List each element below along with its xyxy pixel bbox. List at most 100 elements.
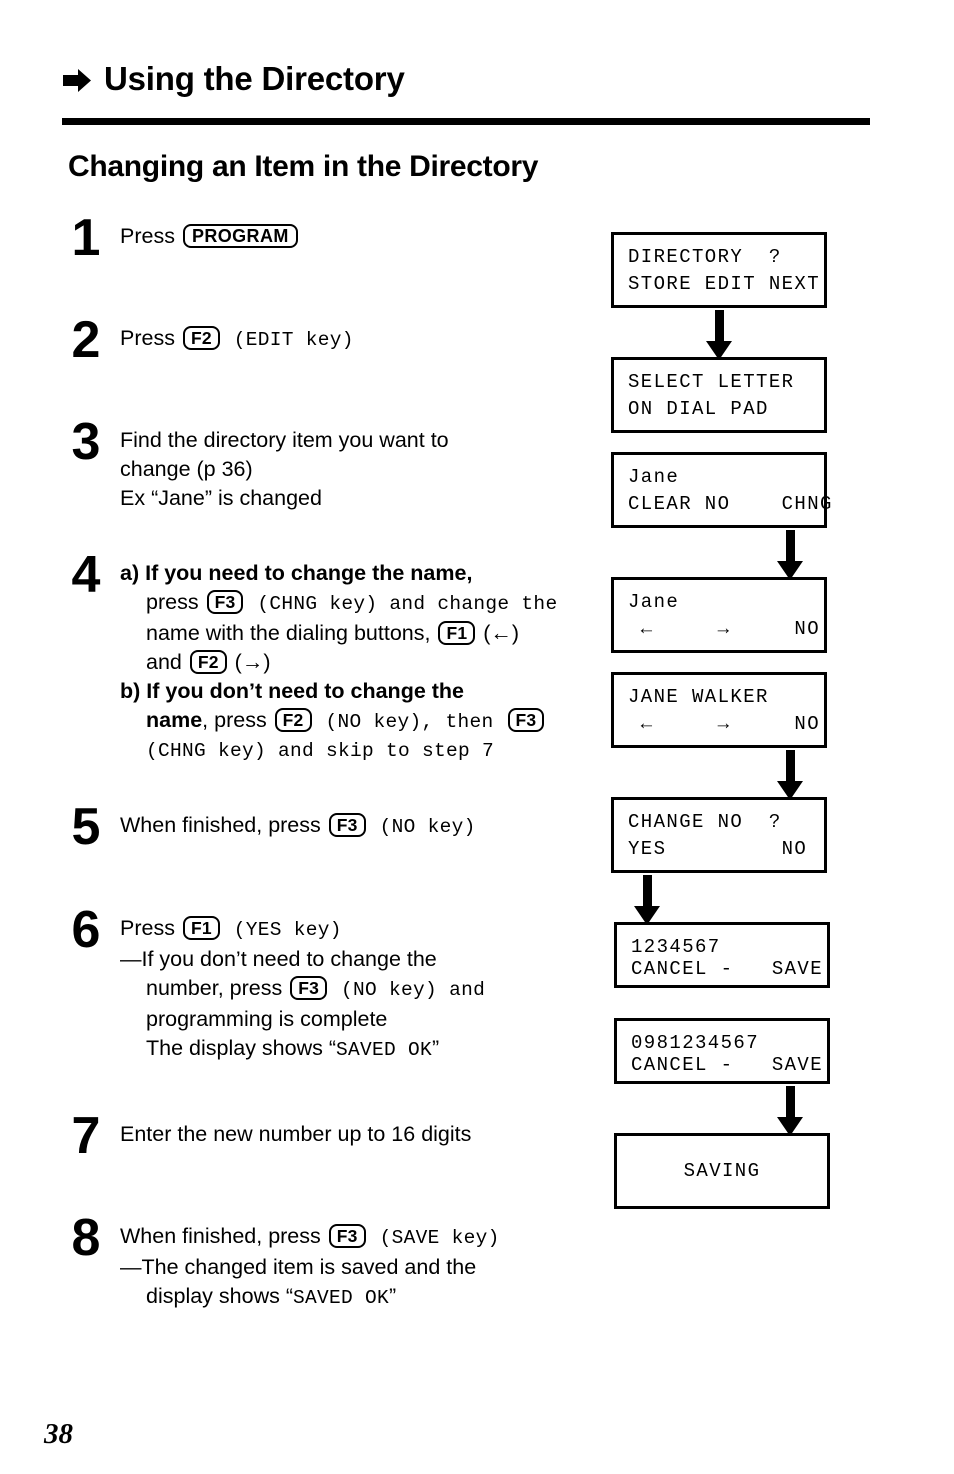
step-text-line: change (p 36) [120, 457, 253, 481]
display-directory-menu: DIRECTORY ? STORE EDIT NEXT [611, 232, 827, 308]
text-frag: (←) [477, 621, 520, 645]
lcd-line-1: 1234567 [631, 936, 721, 958]
flow-arrow-4 [634, 875, 660, 925]
step-number: 5 [71, 798, 101, 856]
step-3: 3 Find the directory item you want to ch… [62, 416, 582, 513]
step-text-lead: Press [120, 326, 181, 350]
step-8-note-line-1: —The changed item is saved and the [120, 1255, 477, 1279]
lcd-line-1: DIRECTORY ? [628, 246, 782, 268]
step-text: Press PROGRAM [120, 222, 582, 251]
text-frag: name with the dialing buttons, [146, 621, 437, 645]
text-frag: number, press [146, 976, 289, 1000]
text-frag: press [146, 590, 205, 614]
step-2: 2 Press F2 (EDIT key) [62, 314, 582, 366]
lcd-line-1: JANE WALKER [628, 686, 769, 708]
step-4-option-a: a) If you need to change the name, [120, 559, 582, 588]
display-number-old: 1234567 CANCEL - SAVE [614, 922, 830, 988]
step-text-lead: When finished, press [120, 1224, 327, 1248]
text-frag: and [146, 650, 188, 674]
step-6-note-line-1: —If you don’t need to change the [120, 947, 437, 971]
step-number: 6 [71, 901, 101, 959]
display-number-new: 0981234567 CANCEL - SAVE [614, 1018, 830, 1084]
option-a-line-3: and F2 (→) [120, 648, 582, 677]
lcd-line-2: CANCEL - SAVE [631, 1054, 824, 1076]
step-8: 8 When finished, press F3 (SAVE key) —Th… [62, 1212, 582, 1313]
option-b-line-3: (CHNG key) and skip to step 7 [146, 740, 495, 762]
lcd-line-2: ← → NO [628, 618, 821, 640]
step-number: 2 [71, 311, 101, 369]
key-f3[interactable]: F3 [206, 590, 244, 614]
lcd-line-1: 0981234567 [631, 1032, 760, 1054]
flow-arrow-2 [777, 530, 803, 580]
option-b-bold-1: If you don’t need to change the [146, 679, 465, 703]
manual-page: Using the Directory Changing an Item in … [0, 0, 954, 1474]
key-f3[interactable]: F3 [328, 813, 366, 837]
text-frag: (NO key) and [329, 979, 486, 1001]
page-number: 38 [44, 1418, 73, 1450]
key-program[interactable]: PROGRAM [182, 224, 298, 248]
step-text-line: Find the directory item you want to [120, 428, 449, 452]
right-arrow-bullet-icon [62, 68, 92, 94]
option-a-bold: If you need to change the name, [145, 561, 473, 585]
text-frag: ” [389, 1284, 397, 1308]
step-text: Enter the new number up to 16 digits [120, 1122, 472, 1146]
option-a-line-2: name with the dialing buttons, F1 (←) [120, 619, 582, 648]
lcd-line-2: ← → NO [628, 713, 821, 735]
lcd-line-2: ON DIAL PAD [628, 398, 769, 420]
step-number: 8 [71, 1209, 101, 1267]
display-quote: SAVED OK [336, 1039, 433, 1061]
option-b-label: b) [120, 679, 141, 703]
lcd-line-1: Jane [628, 591, 680, 613]
step-text-lead: Press [120, 224, 181, 248]
text-frag: ” [432, 1036, 440, 1060]
display-jane-edit: Jane ← → NO [611, 577, 827, 653]
step-4-option-b: b) If you don’t need to change the [120, 677, 582, 706]
step-number: 4 [71, 546, 101, 604]
key-f1[interactable]: F1 [182, 916, 220, 940]
section-subtitle: Changing an Item in the Directory [68, 150, 539, 183]
lcd-line-1: SAVING [683, 1160, 761, 1182]
key-f3[interactable]: F3 [507, 708, 545, 732]
display-jane-walker: JANE WALKER ← → NO [611, 672, 827, 748]
step-6-note-line-3: programming is complete [146, 1007, 388, 1031]
step-text-trail: (SAVE key) [367, 1227, 500, 1249]
lcd-line-2: YES NO [628, 838, 808, 860]
display-select-letter: SELECT LETTER ON DIAL PAD [611, 357, 827, 433]
step-number: 1 [71, 209, 101, 267]
key-f1[interactable]: F1 [438, 621, 476, 645]
step-1: 1 Press PROGRAM [62, 212, 582, 264]
key-f2[interactable]: F2 [189, 650, 227, 674]
flow-arrow-3 [777, 750, 803, 800]
display-quote: SAVED OK [292, 1287, 389, 1309]
text-frag: display shows “ [146, 1284, 293, 1308]
text-frag: (→) [228, 650, 271, 674]
step-6-note-line-4: The display shows “SAVED OK” [120, 1034, 582, 1065]
step-text: When finished, press F3 (NO key) [120, 811, 582, 842]
step-text: When finished, press F3 (SAVE key) [120, 1222, 582, 1253]
display-change-no: CHANGE NO ? YES NO [611, 797, 827, 873]
step-text-trail: (YES key) [221, 919, 342, 941]
page-title: Using the Directory [104, 60, 405, 97]
text-frag: (CHNG key) and change the [245, 593, 558, 615]
step-6: 6 Press F1 (YES key) —If you don’t need … [62, 904, 582, 1065]
lcd-line-2: STORE EDIT NEXT [628, 273, 821, 295]
lcd-line-1: Jane [628, 466, 680, 488]
text-frag: (NO key), then [313, 711, 506, 733]
step-4: 4 a) If you need to change the name, pre… [62, 549, 582, 766]
text-frag: , press [202, 708, 273, 732]
key-f2[interactable]: F2 [182, 326, 220, 350]
lcd-line-1: SELECT LETTER [628, 371, 795, 393]
lcd-line-1: CHANGE NO ? [628, 811, 782, 833]
option-a-line-1: press F3 (CHNG key) and change the [120, 588, 582, 619]
step-text-lead: When finished, press [120, 813, 327, 837]
lcd-flow-diagram: DIRECTORY ? STORE EDIT NEXT SELECT LETTE… [611, 0, 911, 1474]
key-f2[interactable]: F2 [274, 708, 312, 732]
option-b-line-2: name, press F2 (NO key), then F3 [120, 706, 582, 737]
option-b-bold-2: name [146, 708, 203, 732]
display-jane-clear: Jane CLEAR NO CHNG [611, 452, 831, 528]
key-f3[interactable]: F3 [290, 976, 328, 1000]
step-7: 7 Enter the new number up to 16 digits [62, 1110, 582, 1162]
key-f3[interactable]: F3 [328, 1224, 366, 1248]
flow-arrow-5 [777, 1086, 803, 1136]
step-5: 5 When finished, press F3 (NO key) [62, 801, 582, 853]
